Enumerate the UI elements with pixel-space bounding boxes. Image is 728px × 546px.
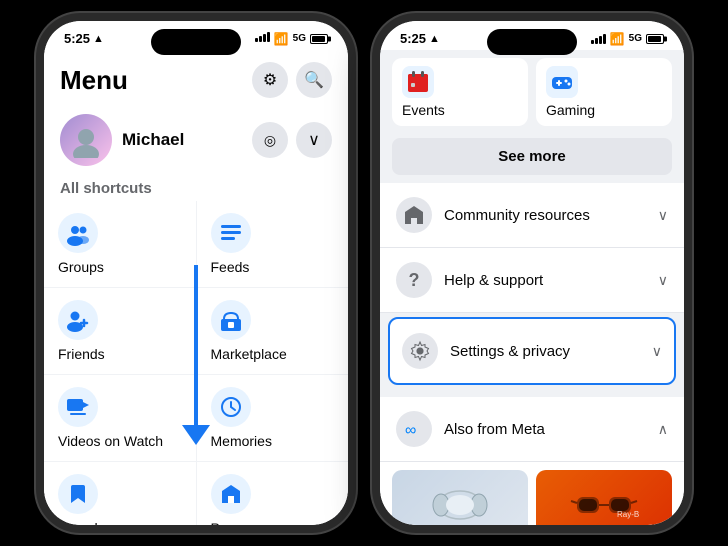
community-chevron: ∨ [658,207,668,224]
menu-action-icons: ⚙ 🔍 [252,62,332,98]
status-icons-1: 📶 5G [255,32,328,46]
location-icon-2: ▲ [429,33,440,45]
meta-chevron: ∧ [658,421,668,438]
help-icon: ? [396,262,432,298]
shortcuts-label: All shortcuts [44,174,348,201]
menu-header: Menu ⚙ 🔍 [44,50,348,106]
videos-label: Videos on Watch [58,433,163,449]
gaming-tile-label: Gaming [546,102,595,118]
groups-label: Groups [58,259,104,275]
phone-1: 5:25 ▲ 📶 5G [36,13,356,533]
help-support-row[interactable]: ? Help & support ∨ [380,248,684,313]
wifi-icon-2: 📶 [610,32,625,46]
community-resources-row[interactable]: Community resources ∨ [380,183,684,248]
help-chevron: ∨ [658,272,668,289]
feeds-label: Feeds [211,259,250,275]
top-tiles: Events Gaming [380,50,684,134]
list-item[interactable]: Saved [44,462,196,525]
menu-title: Menu [60,65,128,96]
settings-privacy-label: Settings & privacy [450,343,640,360]
also-meta-label: Also from Meta [444,421,646,438]
signal-icon-2 [591,34,606,44]
events-tile[interactable]: Events [392,58,528,126]
battery-icon [310,34,328,44]
signal-icon [255,32,270,45]
marketplace-label: Marketplace [211,346,287,362]
also-from-meta-section: ∞ Also from Meta ∧ [380,397,684,525]
dynamic-island-2 [487,29,577,55]
status-icons-2: 📶 5G [591,32,664,46]
list-item[interactable]: Feeds [197,201,349,287]
settings-icon [402,333,438,369]
profile-row[interactable]: Michael ◎ ∨ [44,106,348,174]
profile-actions: ◎ ∨ [252,122,332,158]
memories-label: Memories [211,433,272,449]
memories-icon [211,387,251,427]
groups-icon [58,213,98,253]
phone-2: 5:25 ▲ 📶 5G [372,13,692,533]
gaming-tile[interactable]: Gaming [536,58,672,126]
gaming-tile-icon [546,66,578,98]
svg-text:Ray-Ban: Ray-Ban [617,510,639,519]
also-meta-header[interactable]: ∞ Also from Meta ∧ [380,397,684,462]
list-item[interactable]: Friends [44,288,196,374]
friends-label: Friends [58,346,105,362]
marketplace-icon [211,300,251,340]
svg-text:∞: ∞ [405,422,416,439]
avatar [60,114,112,166]
meta-quest-card[interactable]: Meta Quest Defy reality and distance wit… [392,470,528,525]
profile-camera-icon[interactable]: ◎ [252,122,288,158]
expandable-rows: Community resources ∨ ? Help & support ∨ [380,183,684,313]
network-badge-2: 5G [629,33,642,44]
settings-button[interactable]: ⚙ [252,62,288,98]
feeds-icon [211,213,251,253]
meta-icon: ∞ [396,411,432,447]
meta-quest-image [392,470,528,525]
scroll-arrow [182,265,210,445]
see-more-button[interactable]: See more [392,138,672,175]
saved-icon [58,474,98,514]
help-support-label: Help & support [444,272,646,289]
dynamic-island-1 [151,29,241,55]
community-icon [396,197,432,233]
saved-label: Saved [58,520,98,525]
time-display-2: 5:25 ▲ [400,31,440,46]
time-display-1: 5:25 ▲ [64,31,104,46]
settings-privacy-row[interactable]: Settings & privacy ∨ [390,319,674,383]
pages-label: Pages [211,520,251,525]
location-icon: ▲ [93,33,104,45]
search-button[interactable]: 🔍 [296,62,332,98]
list-item[interactable]: Groups [44,201,196,287]
list-item[interactable]: Memories [197,375,349,461]
list-item[interactable]: Pages [197,462,349,525]
settings-chevron: ∨ [652,343,662,360]
list-item[interactable]: Videos on Watch [44,375,196,461]
rayban-image: Ray-Ban [536,470,672,525]
battery-icon-2 [646,34,664,44]
events-tile-label: Events [402,102,445,118]
list-item[interactable]: Marketplace [197,288,349,374]
pages-icon [211,474,251,514]
network-badge: 5G [293,33,306,44]
product-cards: Meta Quest Defy reality and distance wit… [380,462,684,525]
community-resources-label: Community resources [444,207,646,224]
profile-name: Michael [122,130,242,150]
rayban-stories-card[interactable]: Ray-Ban Ray-Ban Stories Capture the mome… [536,470,672,525]
events-tile-icon [402,66,434,98]
wifi-icon: 📶 [274,32,289,46]
profile-chevron-icon[interactable]: ∨ [296,122,332,158]
videos-icon [58,387,98,427]
friends-icon [58,300,98,340]
settings-privacy-row-container: Settings & privacy ∨ [388,317,676,385]
